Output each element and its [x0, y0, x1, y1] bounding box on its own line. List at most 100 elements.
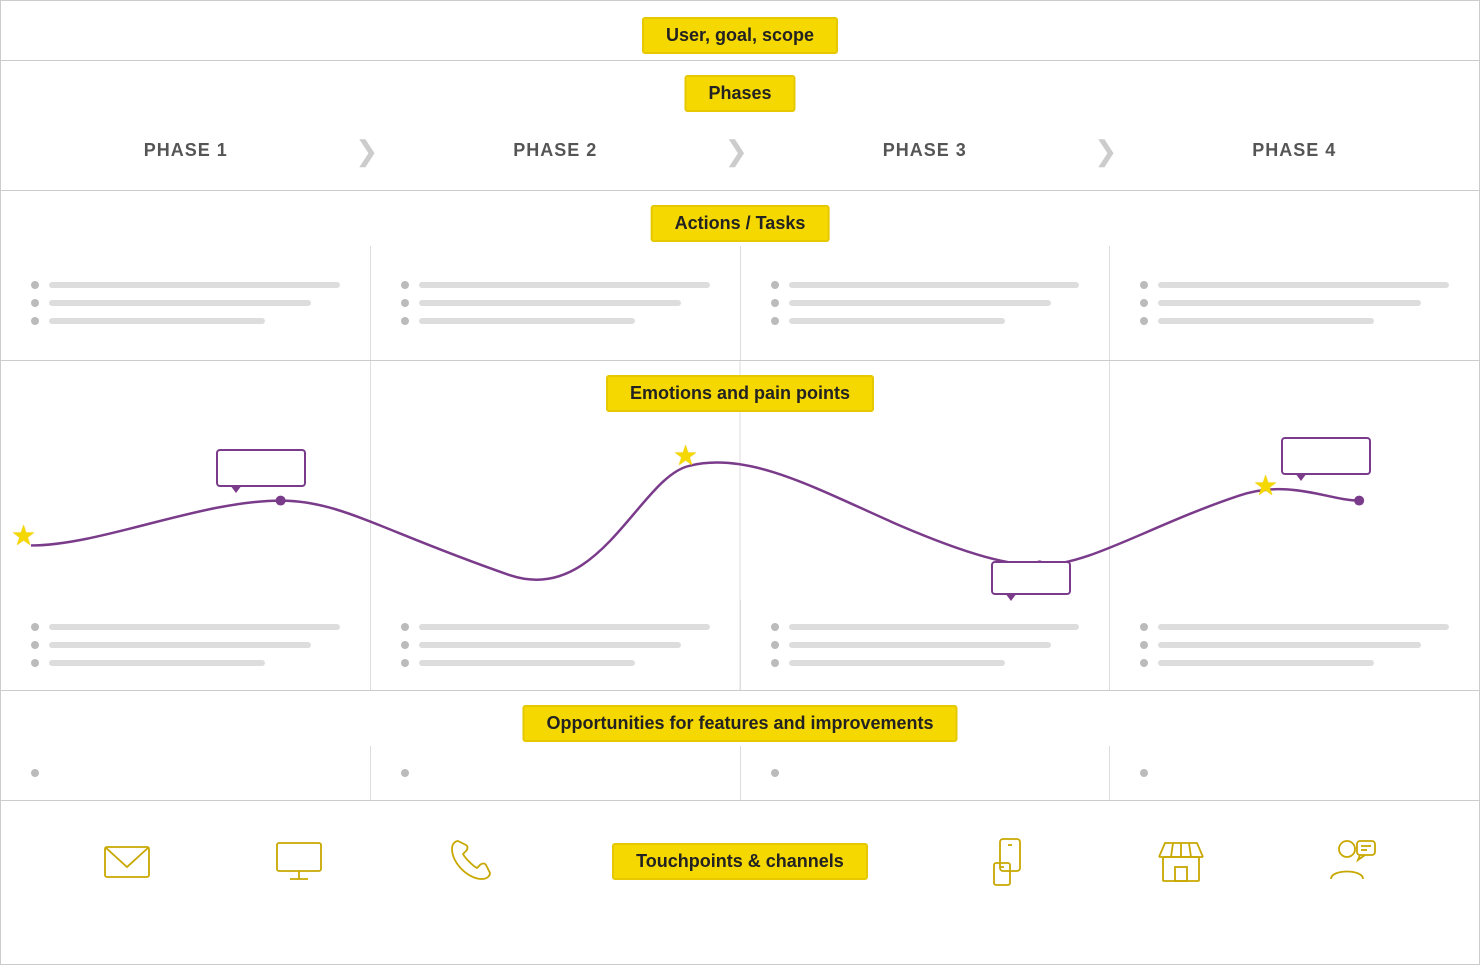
bullet-dot [31, 299, 39, 307]
mobile-svg [984, 835, 1036, 887]
emotions-section: Emotions and pain points ★ ★ ★ [1, 361, 1479, 691]
phase-3-arrow: ❯ [1094, 134, 1117, 167]
bullet-bar [789, 642, 1051, 648]
bullet-line [1140, 769, 1158, 777]
bullet-dot [771, 769, 779, 777]
opp-col-2 [371, 746, 741, 800]
phase-3-label: PHASE 3 [883, 140, 967, 161]
bullet-dot [31, 769, 39, 777]
store-icon [1151, 831, 1211, 891]
bullet-bar [49, 624, 340, 630]
bullet-bar [789, 624, 1080, 630]
bullet-bar [419, 660, 635, 666]
bullet-line [771, 659, 1080, 667]
bullet-dot [1140, 623, 1148, 631]
bullet-bar [1158, 660, 1374, 666]
bullet-dot [401, 317, 409, 325]
bullet-dot [31, 317, 39, 325]
bullet-bar [419, 642, 681, 648]
bullet-line [31, 769, 49, 777]
bullet-line [1140, 659, 1449, 667]
actions-col-2 [371, 246, 741, 360]
bullet-bar [49, 300, 311, 306]
bullet-bar [789, 282, 1080, 288]
bullet-dot [31, 623, 39, 631]
person-chat-svg [1327, 835, 1379, 887]
bullet-line [401, 623, 710, 631]
bullet-line [31, 299, 340, 307]
phases-section: Phases PHASE 1 ❯ PHASE 2 ❯ PHASE 3 ❯ PHA… [1, 61, 1479, 191]
bullet-line [1140, 281, 1449, 289]
opp-col-4 [1110, 746, 1479, 800]
bullet-line [31, 641, 340, 649]
bullet-dot [31, 659, 39, 667]
bullet-dot [1140, 659, 1148, 667]
bullet-bar [789, 318, 1005, 324]
phase-2-label: PHASE 2 [513, 140, 597, 161]
emotions-col-2 [371, 600, 741, 690]
user-goal-label: User, goal, scope [642, 17, 838, 54]
bullet-bar [1158, 624, 1449, 630]
phase-3: PHASE 3 ❯ [740, 140, 1110, 161]
actions-col-3 [741, 246, 1111, 360]
opportunities-section: Opportunities for features and improveme… [1, 691, 1479, 801]
bullet-dot [1140, 769, 1148, 777]
bullet-bar [419, 300, 681, 306]
star-icon-3: ★ [1253, 469, 1278, 502]
bullet-dot [771, 299, 779, 307]
bullet-dot [1140, 281, 1148, 289]
bullet-line [31, 659, 340, 667]
store-svg [1155, 835, 1207, 887]
bullet-line [771, 299, 1080, 307]
speech-bubble-1 [216, 449, 306, 487]
phone-svg [444, 835, 496, 887]
bullet-bar [49, 642, 311, 648]
bullet-dot [1140, 641, 1148, 649]
journey-map: User, goal, scope Phases PHASE 1 ❯ PHASE… [0, 0, 1480, 965]
phase-2-arrow: ❯ [725, 134, 748, 167]
bullet-line [771, 623, 1080, 631]
bullet-bar [49, 282, 340, 288]
speech-bubble-2 [991, 561, 1071, 595]
phone-icon [440, 831, 500, 891]
bullet-line [771, 769, 789, 777]
bullet-line [1140, 623, 1449, 631]
actions-col-1 [1, 246, 371, 360]
bullet-line [401, 281, 710, 289]
user-goal-section: User, goal, scope [1, 1, 1479, 61]
bullet-dot [401, 623, 409, 631]
touchpoints-section: Touchpoints & channels [1, 801, 1479, 921]
emotions-col-4 [1110, 600, 1479, 690]
phases-label: Phases [684, 75, 795, 112]
bullet-bar [1158, 282, 1449, 288]
bullet-dot [1140, 317, 1148, 325]
phase-2: PHASE 2 ❯ [371, 140, 741, 161]
bullet-dot [771, 641, 779, 649]
speech-bubble-3 [1281, 437, 1371, 475]
bullet-bar [49, 318, 265, 324]
star-icon-1: ★ [11, 519, 36, 552]
bullet-line [1140, 641, 1449, 649]
actions-section: Actions / Tasks [1, 191, 1479, 361]
bullet-dot [771, 623, 779, 631]
bullet-line [401, 317, 710, 325]
bullet-line [401, 659, 710, 667]
phase-1-arrow: ❯ [355, 134, 378, 167]
email-svg [101, 835, 153, 887]
bullet-dot [401, 769, 409, 777]
star-icon-2: ★ [673, 439, 698, 472]
bullet-dot [771, 659, 779, 667]
person-chat-icon [1323, 831, 1383, 891]
bullet-line [401, 299, 710, 307]
phase-4: PHASE 4 [1110, 140, 1480, 161]
bullet-dot [401, 641, 409, 649]
emotions-col-3 [741, 600, 1111, 690]
bullet-line [401, 641, 710, 649]
emotions-col-1 [1, 600, 371, 690]
bullet-line [31, 317, 340, 325]
bullet-bar [49, 660, 265, 666]
bullet-bar [1158, 300, 1420, 306]
bullet-line [1140, 317, 1449, 325]
bullet-line [31, 623, 340, 631]
opportunities-label: Opportunities for features and improveme… [522, 705, 957, 742]
